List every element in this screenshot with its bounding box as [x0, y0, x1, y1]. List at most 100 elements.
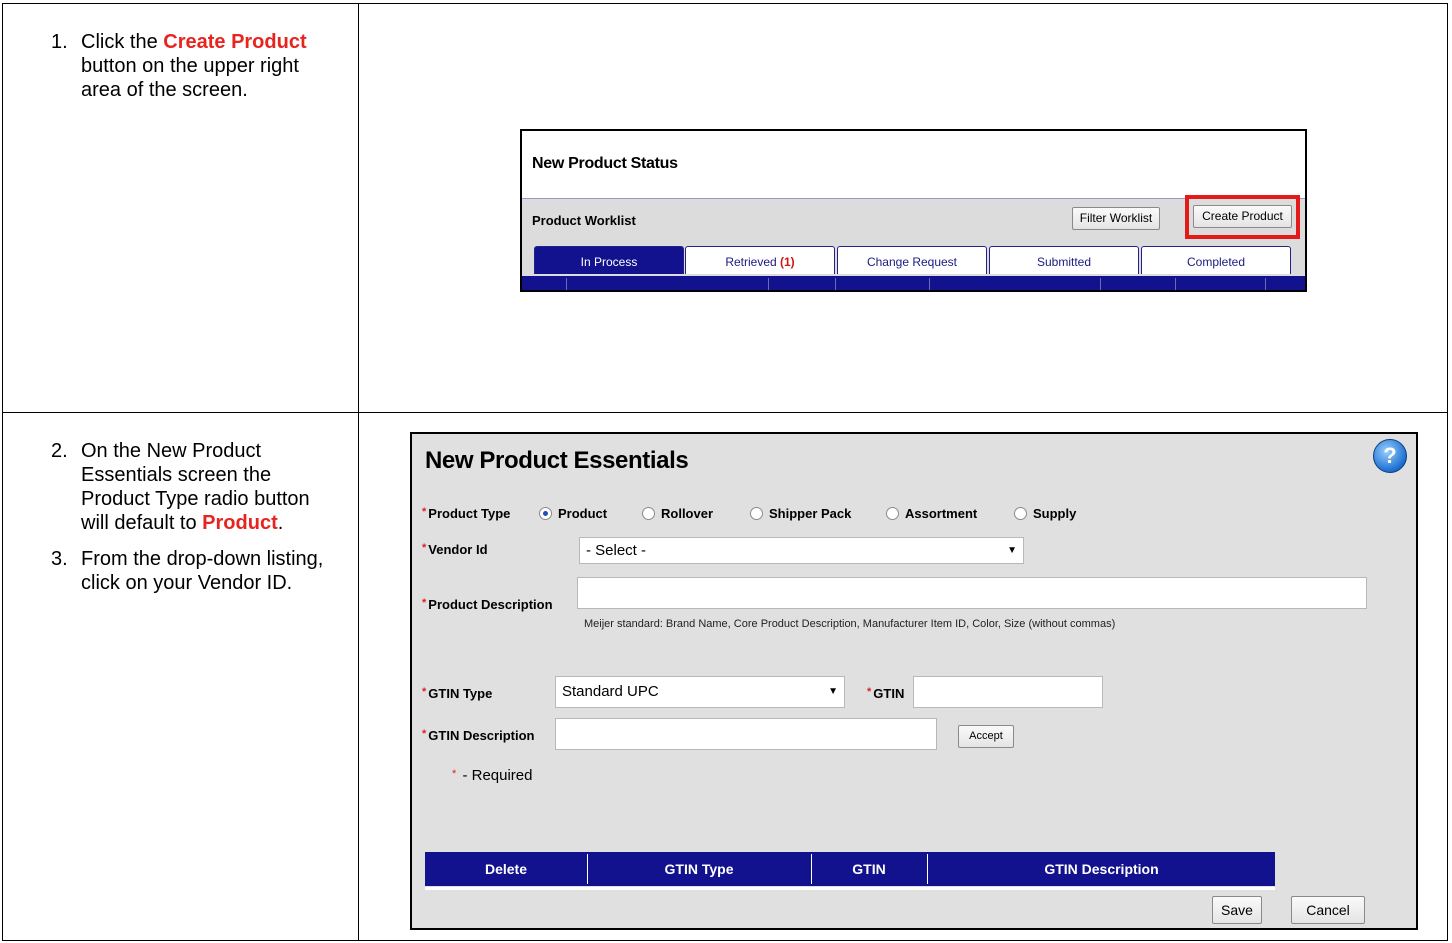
step-number: 2.	[51, 440, 68, 462]
step-highlight: Product	[202, 512, 278, 534]
step-text: From the drop-down listing, click on you…	[81, 548, 324, 594]
step-number: 1.	[51, 31, 68, 53]
grid-header-cell: GTIN Type	[664, 861, 734, 877]
gtin-type-label: * GTIN Type	[422, 686, 492, 701]
required-asterisk: *	[452, 768, 457, 780]
gtin-input[interactable]	[913, 676, 1103, 708]
grid-header-cell: Delete	[484, 861, 528, 877]
required-asterisk: *	[867, 686, 872, 698]
essentials-screenshot: New Product Essentials ? * Product Type P…	[410, 432, 1418, 930]
tab-label: Retrieved	[725, 255, 777, 269]
step-item: 3. From the drop-down listing, click on …	[3, 547, 331, 595]
step-item: 2. On the New Product Essentials screen …	[3, 439, 331, 535]
column-divider	[358, 4, 359, 940]
tab-label: Submitted	[1036, 255, 1092, 269]
vendor-id-label-text: Vendor Id	[428, 542, 488, 557]
step-text-end: button on the upper right area of the sc…	[81, 55, 299, 101]
step-item: 1. Click the Create Product button on th…	[3, 30, 331, 102]
help-icon[interactable]: ?	[1373, 439, 1407, 473]
radio-label: Shipper Pack	[769, 506, 852, 521]
tab-completed[interactable]: Completed	[1141, 246, 1291, 274]
vendor-id-value: - Select -	[586, 542, 647, 559]
step-highlight: Create Product	[163, 31, 307, 53]
required-note: * - Required	[452, 767, 533, 784]
step-list-top: 1. Click the Create Product button on th…	[3, 30, 331, 116]
product-description-label: * Product Description	[422, 597, 553, 612]
column-separator	[768, 278, 769, 290]
tab-label: Completed	[1186, 255, 1246, 269]
column-separator	[1175, 278, 1176, 290]
worklist-tabs: In Process Retrieved (1) Change Request …	[534, 246, 1300, 276]
radio-icon	[750, 507, 763, 521]
radio-icon	[886, 507, 899, 521]
radio-shipper-pack[interactable]: Shipper Pack	[750, 506, 851, 521]
product-type-label: * Product Type	[422, 506, 510, 521]
column-separator	[1265, 278, 1266, 290]
radio-label: Product	[558, 506, 608, 521]
radio-assortment[interactable]: Assortment	[886, 506, 977, 521]
status-title: New Product Status	[532, 155, 678, 172]
gtin-type-label-text: GTIN Type	[428, 686, 493, 701]
tab-change-request[interactable]: Change Request	[837, 246, 987, 274]
chevron-down-icon: ▼	[1007, 545, 1017, 556]
required-asterisk: *	[422, 728, 427, 740]
create-product-highlight: Create Product	[1185, 195, 1300, 239]
radio-selected-icon	[539, 507, 552, 521]
gtin-type-select[interactable]: Standard UPC ▼	[555, 676, 845, 708]
column-separator	[835, 278, 836, 290]
chevron-down-icon: ▼	[828, 686, 838, 697]
grid-header-cell: GTIN	[852, 861, 886, 877]
save-button[interactable]: Save	[1212, 896, 1262, 924]
accept-button[interactable]: Accept	[958, 725, 1014, 748]
row-divider	[3, 412, 1447, 413]
required-note-text: - Required	[462, 767, 533, 784]
product-description-label-text: Product Description	[428, 597, 553, 612]
required-asterisk: *	[422, 506, 427, 518]
tab-label: In Process	[580, 255, 638, 269]
worklist-label: Product Worklist	[532, 213, 636, 228]
status-screenshot: New Product Status Product Worklist Filt…	[520, 129, 1307, 292]
tab-submitted[interactable]: Submitted	[989, 246, 1139, 274]
create-product-button[interactable]: Create Product	[1193, 205, 1292, 228]
tab-retrieved[interactable]: Retrieved (1)	[685, 246, 835, 274]
radio-supply[interactable]: Supply	[1014, 506, 1076, 521]
gtin-description-label-text: GTIN Description	[428, 728, 535, 743]
vendor-id-label: * Vendor Id	[422, 542, 488, 557]
radio-label: Supply	[1033, 506, 1077, 521]
step-text: Click the	[81, 31, 164, 53]
gtin-grid-header: Delete GTIN Type GTIN GTIN Description	[425, 852, 1275, 886]
tab-count: (1)	[780, 255, 795, 269]
filter-worklist-button[interactable]: Filter Worklist	[1072, 207, 1160, 230]
step-list-bottom: 2. On the New Product Essentials screen …	[3, 439, 331, 609]
product-description-input[interactable]	[577, 577, 1367, 609]
step-number: 3.	[51, 548, 68, 570]
radio-product[interactable]: Product	[539, 506, 607, 521]
gtin-label-text: GTIN	[873, 686, 905, 701]
tab-content-bar	[522, 276, 1305, 290]
column-separator	[566, 278, 567, 290]
gtin-label: * GTIN	[867, 686, 904, 701]
radio-icon	[642, 507, 655, 521]
essentials-title: New Product Essentials	[425, 447, 689, 474]
required-asterisk: *	[422, 542, 427, 554]
grid-divider	[425, 887, 1275, 890]
column-separator	[1100, 278, 1101, 290]
cancel-button[interactable]: Cancel	[1291, 896, 1365, 924]
tab-in-process[interactable]: In Process	[534, 246, 684, 274]
step-text-end: .	[277, 512, 284, 534]
required-asterisk: *	[422, 686, 427, 698]
column-separator	[929, 278, 930, 290]
gtin-type-value: Standard UPC	[562, 683, 659, 700]
tab-label: Change Request	[866, 255, 958, 269]
gtin-description-label: * GTIN Description	[422, 728, 534, 743]
vendor-id-select[interactable]: - Select - ▼	[579, 537, 1024, 564]
radio-label: Rollover	[661, 506, 714, 521]
required-asterisk: *	[422, 597, 427, 609]
product-type-label-text: Product Type	[428, 506, 511, 521]
radio-label: Assortment	[905, 506, 978, 521]
radio-icon	[1014, 507, 1027, 521]
grid-header-cell: GTIN Description	[1044, 861, 1159, 877]
gtin-description-input[interactable]	[555, 718, 937, 750]
radio-rollover[interactable]: Rollover	[642, 506, 713, 521]
description-hint: Meijer standard: Brand Name, Core Produc…	[584, 618, 1116, 630]
